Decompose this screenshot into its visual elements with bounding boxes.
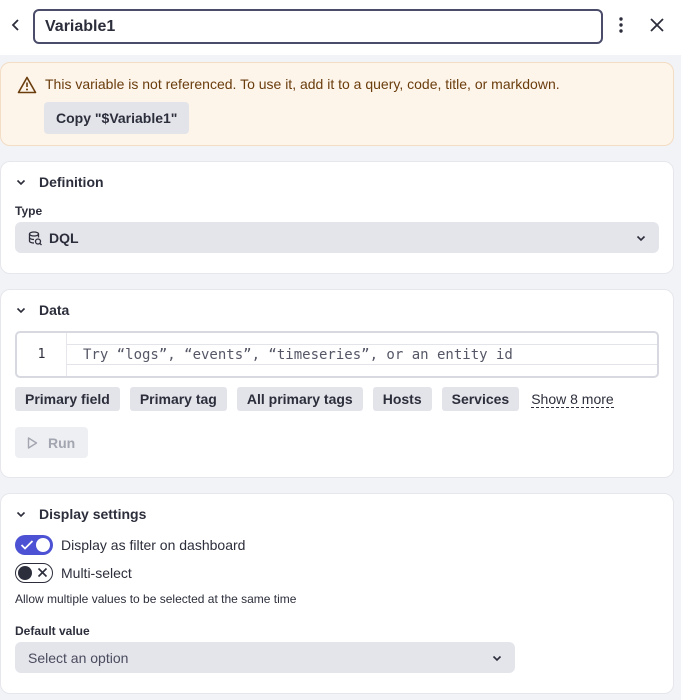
data-section-toggle[interactable]: Data bbox=[15, 302, 69, 318]
line-number: 1 bbox=[17, 333, 67, 376]
chevron-left-icon bbox=[11, 19, 19, 31]
display-settings-section: Display settings Display as filter on da… bbox=[0, 493, 674, 694]
multi-select-switch[interactable] bbox=[15, 563, 53, 583]
chip-services[interactable]: Services bbox=[441, 387, 520, 411]
warning-message: This variable is not referenced. To use … bbox=[45, 76, 560, 92]
type-label: Type bbox=[15, 204, 43, 218]
default-value-select[interactable]: Select an option bbox=[15, 642, 515, 673]
more-vertical-icon bbox=[619, 17, 623, 33]
definition-section: Definition Type DQL bbox=[0, 161, 674, 274]
panel-header bbox=[0, 0, 681, 55]
close-icon bbox=[650, 18, 664, 32]
check-icon bbox=[20, 540, 34, 550]
more-options-button[interactable] bbox=[610, 14, 632, 36]
x-icon bbox=[37, 567, 48, 578]
variable-name-input[interactable] bbox=[33, 9, 603, 44]
chevron-down-icon bbox=[492, 655, 502, 662]
data-title: Data bbox=[39, 302, 70, 318]
run-label: Run bbox=[48, 434, 76, 451]
chevron-down-icon bbox=[16, 307, 26, 314]
multi-select-help: Allow multiple values to be selected at … bbox=[15, 592, 297, 606]
query-input[interactable] bbox=[83, 345, 643, 365]
switch-knob bbox=[36, 538, 50, 552]
suggestion-chips: Primary field Primary tag All primary ta… bbox=[15, 387, 614, 411]
multi-select-label: Multi-select bbox=[61, 565, 132, 581]
chevron-down-icon bbox=[636, 235, 646, 242]
chevron-down-icon bbox=[16, 179, 26, 186]
play-icon bbox=[27, 436, 38, 449]
unreferenced-warning: This variable is not referenced. To use … bbox=[0, 62, 674, 146]
show-more-link[interactable]: Show 8 more bbox=[531, 391, 614, 408]
dql-icon bbox=[28, 230, 42, 245]
switch-knob bbox=[18, 565, 32, 580]
close-button[interactable] bbox=[645, 14, 669, 36]
back-button[interactable] bbox=[6, 14, 26, 36]
display-as-filter-switch[interactable] bbox=[15, 535, 53, 555]
chip-primary-field[interactable]: Primary field bbox=[15, 387, 120, 411]
chip-primary-tag[interactable]: Primary tag bbox=[129, 387, 227, 411]
chip-hosts[interactable]: Hosts bbox=[372, 387, 432, 411]
default-value-label: Default value bbox=[15, 624, 90, 638]
data-section: Data 1 Primary field Primary tag All pri… bbox=[0, 289, 674, 478]
type-select[interactable]: DQL bbox=[15, 222, 659, 253]
definition-section-toggle[interactable]: Definition bbox=[15, 174, 104, 190]
display-settings-toggle[interactable]: Display settings bbox=[15, 506, 146, 522]
type-value: DQL bbox=[49, 229, 79, 246]
multiselect-toggle-row[interactable]: Multi-select bbox=[15, 563, 132, 583]
warning-triangle-icon bbox=[17, 76, 37, 94]
copy-variable-button[interactable]: Copy "$Variable1" bbox=[44, 102, 190, 134]
definition-title: Definition bbox=[39, 174, 104, 190]
display-as-filter-label: Display as filter on dashboard bbox=[61, 537, 246, 553]
default-value-placeholder: Select an option bbox=[28, 649, 129, 666]
filter-toggle-row[interactable]: Display as filter on dashboard bbox=[15, 535, 245, 555]
chip-all-primary-tags[interactable]: All primary tags bbox=[236, 387, 363, 411]
chevron-down-icon bbox=[16, 511, 26, 518]
run-button[interactable]: Run bbox=[15, 427, 88, 458]
query-editor[interactable]: 1 bbox=[15, 331, 659, 378]
display-settings-title: Display settings bbox=[39, 506, 147, 522]
